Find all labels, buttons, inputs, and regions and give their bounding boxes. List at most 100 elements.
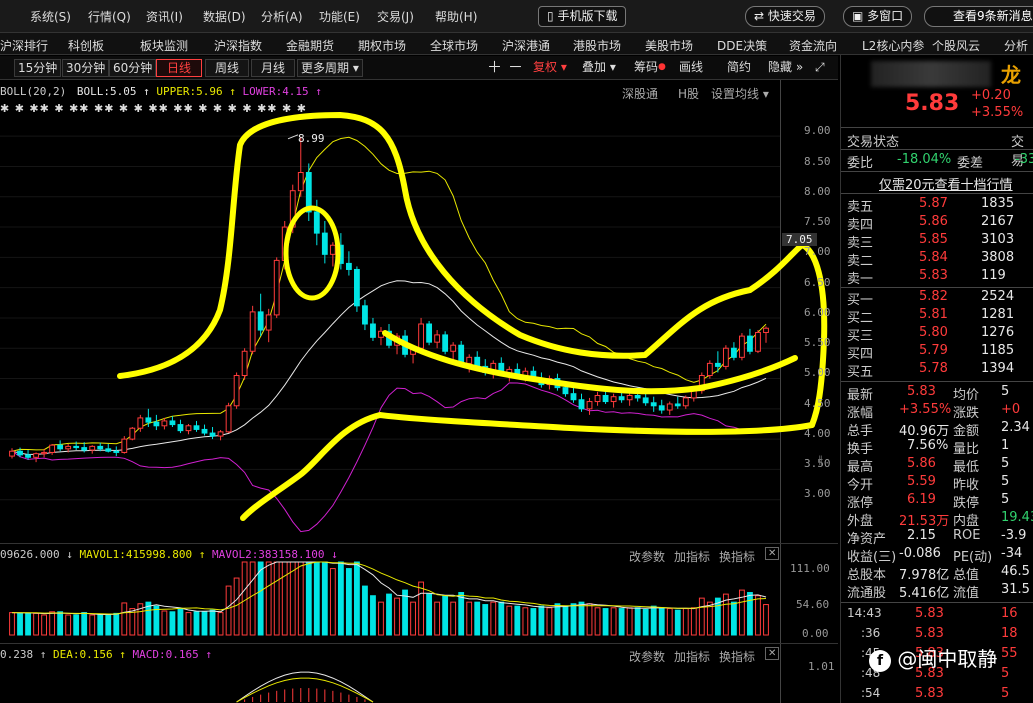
nav-analysis[interactable]: 分析: [1004, 37, 1028, 54]
simple-button[interactable]: 简约: [727, 59, 751, 77]
tick-time: :54: [861, 686, 881, 700]
volume-bar: [329, 568, 336, 636]
mavol2-value: MAVOL2:383158.100: [211, 548, 325, 561]
bid-price: 5.79: [919, 343, 948, 358]
candle-body: [682, 397, 689, 407]
stat-label: 最新: [847, 388, 874, 403]
stat-label: 涨幅: [847, 406, 874, 421]
period-monthly[interactable]: 月线: [251, 59, 295, 77]
vol-change-params-button[interactable]: 改参数: [629, 548, 665, 565]
period-daily[interactable]: 日线: [156, 59, 202, 77]
stat-label: 总股本: [847, 568, 887, 583]
splitter-handle-icon[interactable]: ‖: [818, 455, 823, 466]
period-weekly[interactable]: 周线: [205, 59, 249, 77]
ask-volume: 119: [981, 268, 1006, 283]
fullscreen-icon[interactable]: ⤢: [815, 59, 825, 77]
stat-label: 净资产: [847, 532, 887, 547]
nav-options[interactable]: 期权市场: [358, 37, 406, 54]
nav-hk-connect[interactable]: 沪深港通: [502, 37, 550, 54]
menu-data[interactable]: 数据(D): [203, 8, 246, 25]
macd-change-params-button[interactable]: 改参数: [629, 648, 665, 665]
period-more[interactable]: 更多周期 ▾: [297, 59, 363, 77]
stat-value-2: -34: [1001, 546, 1023, 561]
tab-trade-status[interactable]: 交易状态: [847, 131, 899, 150]
nav-fund-flow[interactable]: 资金流向: [789, 37, 837, 54]
quick-trade-button[interactable]: ⇄ 快速交易: [745, 6, 825, 27]
volume-bar: [570, 603, 577, 636]
volume-bar: [9, 612, 15, 636]
volume-bar: [546, 607, 553, 636]
y-tick-5: 5.00: [804, 366, 831, 379]
period-60min[interactable]: 60分钟: [109, 59, 157, 77]
stat-value: 5.59: [907, 474, 936, 489]
overlay-button[interactable]: 叠加 ▾: [582, 59, 616, 77]
macd-close-icon[interactable]: ✕: [765, 647, 780, 660]
vol-panel-border: [0, 543, 838, 544]
nav-star-market[interactable]: 科创板: [68, 37, 104, 54]
nav-global[interactable]: 全球市场: [430, 37, 478, 54]
candle-body: [354, 268, 360, 307]
stat-label-2: 跌停: [953, 496, 980, 511]
adjust-button[interactable]: 复权 ▾: [533, 59, 567, 77]
volume-bar: [386, 593, 392, 636]
nav-l2[interactable]: L2核心内参: [862, 37, 924, 54]
candle-body: [73, 445, 80, 449]
vol-switch-indicator-button[interactable]: 换指标: [719, 548, 755, 565]
peak-price-label: 8.99: [298, 132, 325, 145]
menu-help[interactable]: 帮助(H): [435, 8, 477, 25]
volume-bar: [682, 608, 689, 636]
mobile-download-button[interactable]: ▯ 手机版下载: [538, 6, 627, 27]
hide-button[interactable]: 隐藏 »: [768, 59, 803, 77]
candle-body: [666, 403, 673, 411]
candle-body: [241, 350, 248, 377]
level10-link[interactable]: 仅需20元查看十档行情: [879, 174, 1013, 193]
nav-stock-news[interactable]: 个股风云: [932, 37, 980, 54]
macd-add-indicator-button[interactable]: 加指标: [674, 648, 710, 665]
vol-add-indicator-button[interactable]: 加指标: [674, 548, 710, 565]
multi-window-button[interactable]: ▣ 多窗口: [843, 6, 913, 27]
zoom-in-icon[interactable]: ＋: [487, 59, 502, 77]
volume-bar: [105, 614, 112, 636]
chart-area[interactable]: BOLL(20,2) BOLL:5.05 ↑ UPPER:5.96 ↑ LOWE…: [0, 80, 838, 703]
nav-dde[interactable]: DDE决策: [717, 37, 767, 54]
menu-system[interactable]: 系统(S): [30, 8, 71, 25]
nav-hs-index[interactable]: 沪深指数: [214, 37, 262, 54]
period-30min[interactable]: 30分钟: [62, 59, 110, 77]
nav-us-market[interactable]: 美股市场: [645, 37, 693, 54]
vol-close-icon[interactable]: ✕: [765, 547, 780, 560]
volume-bar: [257, 561, 264, 636]
nav-hs-rank[interactable]: 沪深排行: [0, 37, 48, 54]
draw-line-button[interactable]: 画线: [679, 59, 703, 77]
volume-bar: [674, 609, 681, 636]
volume-bar: [73, 614, 80, 636]
chips-button[interactable]: 筹码●: [634, 59, 666, 77]
bid-label: 买四: [847, 347, 874, 362]
candle-body: [755, 331, 761, 352]
volume-bar: [169, 611, 176, 636]
menu-analysis[interactable]: 分析(A): [261, 8, 303, 25]
volume-bar: [410, 601, 416, 636]
nav-fin-futures[interactable]: 金融期货: [286, 37, 334, 54]
nav-sector-monitor[interactable]: 板块监测: [140, 37, 188, 54]
menu-quote[interactable]: 行情(Q): [88, 8, 131, 25]
stat-label: 换手: [847, 442, 874, 457]
volume-bar: [249, 561, 256, 636]
mavol2-arrow: ↓: [324, 548, 338, 561]
nav-hk-market[interactable]: 港股市场: [573, 37, 621, 54]
notification-button[interactable]: 查看9条新消息: [924, 6, 1033, 27]
menu-info[interactable]: 资讯(I): [146, 8, 183, 25]
zoom-out-icon[interactable]: －: [508, 59, 523, 77]
volume-bar: [193, 611, 200, 636]
vol-value: 09626.000: [0, 548, 60, 561]
tick-price: 5.83: [915, 606, 944, 621]
volume-bar: [89, 614, 96, 636]
macd-switch-indicator-button[interactable]: 换指标: [719, 648, 755, 665]
candle-body: [763, 327, 769, 333]
period-15min[interactable]: 15分钟: [14, 59, 62, 77]
bid-label: 买一: [847, 293, 874, 308]
stat-value-2: 5: [1001, 384, 1010, 399]
candle-body: [201, 428, 208, 434]
menu-trade[interactable]: 交易(J): [377, 8, 414, 25]
menu-function[interactable]: 功能(E): [319, 8, 360, 25]
volume-bar: [747, 592, 753, 636]
